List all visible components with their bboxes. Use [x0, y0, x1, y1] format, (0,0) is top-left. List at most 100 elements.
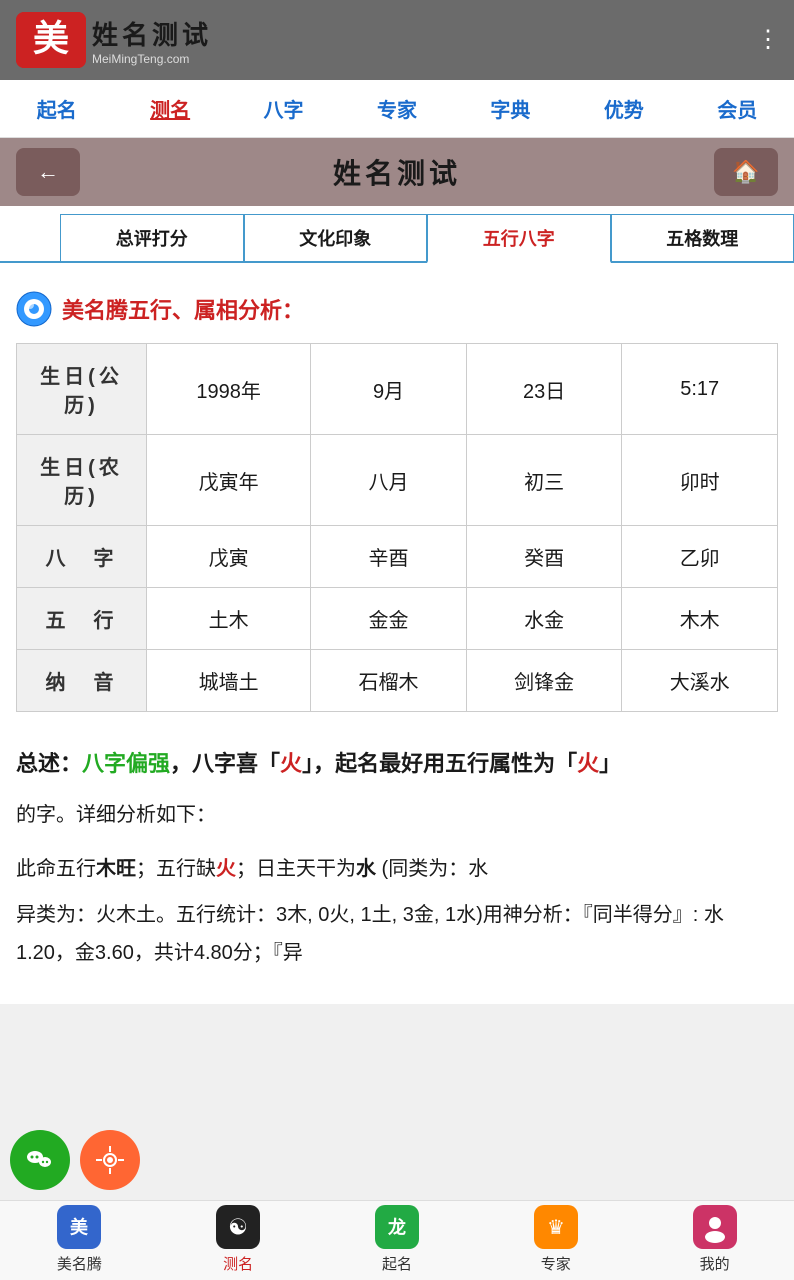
- tab-wugeshu[interactable]: 五格数理: [611, 214, 794, 261]
- overlay-icons: [10, 1130, 140, 1190]
- menu-dots[interactable]: ⋮: [756, 28, 778, 52]
- nayin-4: 大溪水: [622, 650, 778, 712]
- camera-button[interactable]: [80, 1130, 140, 1190]
- bottom-nav-meimingteng[interactable]: 美 美名腾: [29, 1205, 129, 1274]
- section-icon: [16, 291, 52, 327]
- wuxing-2: 金金: [311, 588, 467, 650]
- wuxing-3: 水金: [466, 588, 622, 650]
- label-wuxing: 五 行: [17, 588, 147, 650]
- summary-bracket1: 」，起名最好用五行属性为「: [302, 751, 577, 776]
- nav-item-youshi[interactable]: 优势: [596, 90, 652, 127]
- svg-text:龙: 龙: [388, 1217, 406, 1238]
- tab-wuxingbazi[interactable]: 五行八字: [427, 214, 611, 263]
- body5: 异类为：火木土。五行统计：3木, 0火, 1土, 3金, 1水)用神分析：『同半…: [16, 904, 724, 964]
- bottom-label-meimingteng: 美名腾: [57, 1253, 102, 1274]
- highlight-bazi-pian: 八字偏强: [82, 751, 170, 776]
- section-title: 美名腾五行、属相分析：: [16, 291, 778, 327]
- table-row: 纳 音 城墙土 石榴木 剑锋金 大溪水: [17, 650, 778, 712]
- tab-wenhuayinxiang[interactable]: 文化印象: [244, 214, 428, 261]
- body-bold1: 木旺: [96, 858, 136, 880]
- zhuanjia-icon: ♛: [534, 1205, 578, 1249]
- nav-item-bazi[interactable]: 八字: [256, 90, 312, 127]
- logo-main-text: 姓名测试: [92, 15, 212, 52]
- bottom-nav-zhuanjia[interactable]: ♛ 专家: [506, 1205, 606, 1274]
- summary-title: 总述：八字偏强，八字喜「火」，起名最好用五行属性为「火」: [16, 744, 778, 784]
- solar-day: 23日: [466, 344, 622, 435]
- home-button[interactable]: 🏠: [714, 148, 778, 196]
- back-button[interactable]: ←: [16, 148, 80, 196]
- lunar-day: 初三: [466, 435, 622, 526]
- summary-body: 的字。详细分析如下：: [16, 796, 778, 834]
- qiming-icon: 龙: [375, 1205, 419, 1249]
- body1: 此命五行: [16, 858, 96, 880]
- summary-section: 总述：八字偏强，八字喜「火」，起名最好用五行属性为「火」 的字。详细分析如下： …: [16, 728, 778, 988]
- table-row: 生日(农历) 戊寅年 八月 初三 卯时: [17, 435, 778, 526]
- bottom-nav: 美 美名腾 ☯ 测名 龙 起名 ♛ 专家: [0, 1200, 794, 1280]
- summary-comma1: ，八字喜「: [170, 751, 280, 776]
- lunar-time: 卯时: [622, 435, 778, 526]
- bottom-label-ceming: 测名: [223, 1253, 253, 1274]
- bottom-nav-qiming[interactable]: 龙 起名: [347, 1205, 447, 1274]
- wuxing-1: 土木: [147, 588, 311, 650]
- svg-text:☯: ☯: [228, 1215, 248, 1240]
- nav-item-zhuanjia[interactable]: 专家: [369, 90, 425, 127]
- summary-tail: 的字。详细分析如下：: [16, 804, 216, 826]
- content-area: 美名腾五行、属相分析： 生日(公历) 1998年 9月 23日 5:17 生日(…: [0, 263, 794, 1004]
- lunar-year: 戊寅年: [147, 435, 311, 526]
- svg-text:美: 美: [33, 18, 69, 59]
- summary-label: 总述：: [16, 751, 82, 776]
- solar-year: 1998年: [147, 344, 311, 435]
- table-row: 生日(公历) 1998年 9月 23日 5:17: [17, 344, 778, 435]
- nayin-2: 石榴木: [311, 650, 467, 712]
- bazi-1: 戊寅: [147, 526, 311, 588]
- bottom-nav-ceming[interactable]: ☯ 测名: [188, 1205, 288, 1274]
- wuxing-4: 木木: [622, 588, 778, 650]
- nayin-1: 城墙土: [147, 650, 311, 712]
- highlight-fire2: 火: [577, 751, 599, 776]
- bottom-label-wode: 我的: [700, 1253, 730, 1274]
- table-row: 八 字 戊寅 辛酉 癸酉 乙卯: [17, 526, 778, 588]
- highlight-fire1: 火: [280, 751, 302, 776]
- page-title: 姓名测试: [333, 152, 461, 192]
- nayin-3: 剑锋金: [466, 650, 622, 712]
- label-lunar: 生日(农历): [17, 435, 147, 526]
- nav-item-qiming[interactable]: 起名: [29, 90, 85, 127]
- wechat-button[interactable]: [10, 1130, 70, 1190]
- meimingteng-icon: 美: [57, 1205, 101, 1249]
- body3: ；日主天干为: [236, 858, 356, 880]
- bottom-nav-wode[interactable]: 我的: [665, 1205, 765, 1274]
- svg-text:♛: ♛: [547, 1217, 565, 1239]
- solar-month: 9月: [311, 344, 467, 435]
- summary-detail: 此命五行木旺；五行缺火；日主天干为水 (同类为：水: [16, 850, 778, 888]
- nav-item-huiyuan[interactable]: 会员: [709, 90, 765, 127]
- page-title-bar: ← 姓名测试 🏠: [0, 138, 794, 206]
- nav-item-zidian[interactable]: 字典: [482, 90, 538, 127]
- solar-time: 5:17: [622, 344, 778, 435]
- app-header: 美 姓名测试 MeiMingTeng.com ⋮: [0, 0, 794, 80]
- tab-zongpingdafen[interactable]: 总评打分: [60, 214, 244, 261]
- svg-text:美: 美: [70, 1217, 88, 1238]
- label-bazi: 八 字: [17, 526, 147, 588]
- nav-bar: 起名 测名 八字 专家 字典 优势 会员: [0, 80, 794, 138]
- summary-bracket2: 」: [599, 751, 621, 776]
- table-row: 五 行 土木 金金 水金 木木: [17, 588, 778, 650]
- lunar-month: 八月: [311, 435, 467, 526]
- wode-icon: [693, 1205, 737, 1249]
- tabs-container: 总评打分 文化印象 五行八字 五格数理: [0, 206, 794, 263]
- bazi-4: 乙卯: [622, 526, 778, 588]
- label-nayin: 纳 音: [17, 650, 147, 712]
- body4: (同类为：水: [376, 858, 488, 880]
- label-solar: 生日(公历): [17, 344, 147, 435]
- nav-item-ceming[interactable]: 测名: [142, 90, 198, 127]
- logo: 美 姓名测试 MeiMingTeng.com: [16, 12, 212, 68]
- bazi-2: 辛酉: [311, 526, 467, 588]
- summary-detail2: 异类为：火木土。五行统计：3木, 0火, 1土, 3金, 1水)用神分析：『同半…: [16, 896, 778, 972]
- ceming-icon: ☯: [216, 1205, 260, 1249]
- info-table: 生日(公历) 1998年 9月 23日 5:17 生日(农历) 戊寅年 八月 初…: [16, 343, 778, 712]
- bottom-label-qiming: 起名: [382, 1253, 412, 1274]
- section-title-text: 美名腾五行、属相分析：: [62, 293, 304, 325]
- bazi-3: 癸酉: [466, 526, 622, 588]
- logo-sub-text: MeiMingTeng.com: [92, 52, 212, 66]
- bottom-label-zhuanjia: 专家: [541, 1253, 571, 1274]
- body-bold2: 火: [216, 858, 236, 880]
